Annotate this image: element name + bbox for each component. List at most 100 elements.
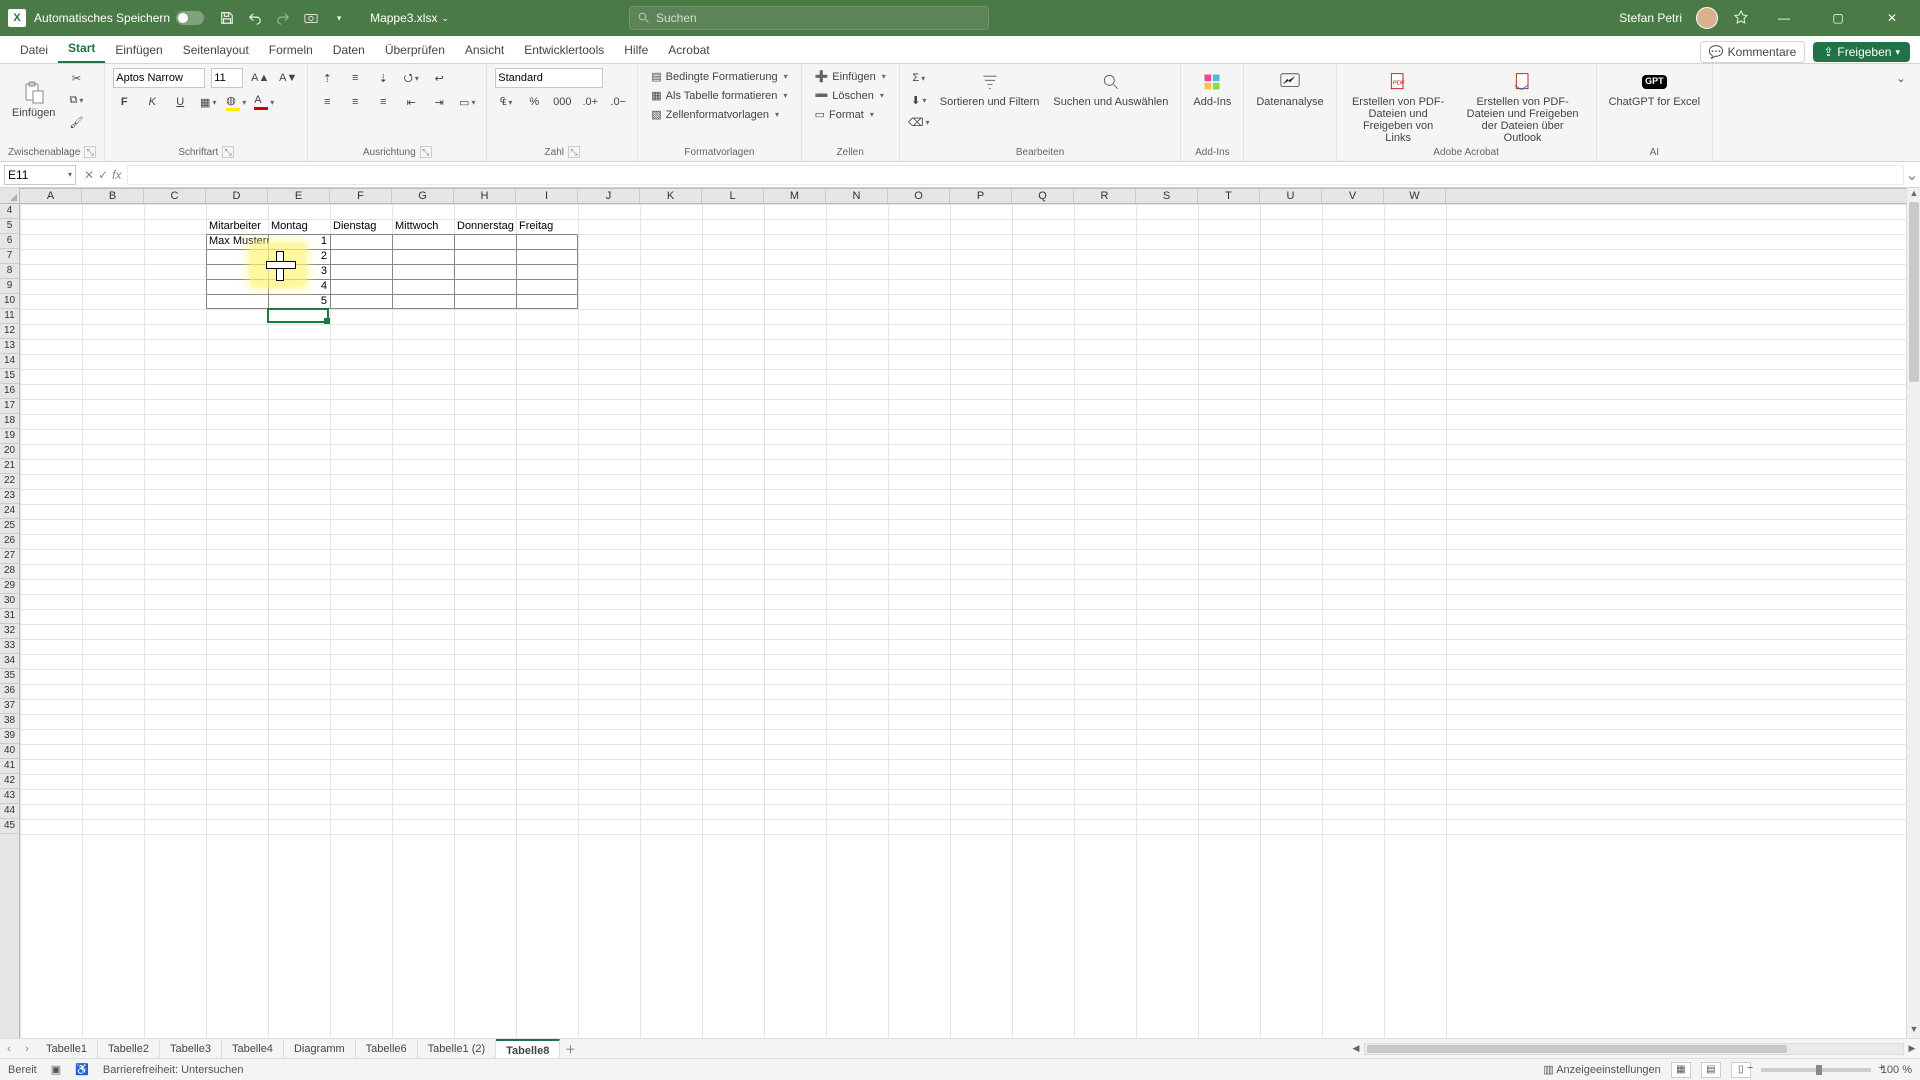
orientation-icon[interactable]: ⭯ <box>400 68 422 88</box>
column-header[interactable]: H <box>454 189 516 203</box>
addins-button[interactable]: Add-Ins <box>1189 68 1235 110</box>
row-header[interactable]: 18 <box>0 414 19 429</box>
tab-seitenlayout[interactable]: Seitenlayout <box>173 37 259 63</box>
column-headers[interactable]: ABCDEFGHIJKLMNOPQRSTUVW <box>20 188 1906 204</box>
cut-icon[interactable]: ✂ <box>65 68 87 88</box>
sheet-tab[interactable]: Tabelle1 <box>36 1039 98 1059</box>
display-settings-button[interactable]: ▥ Anzeigeeinstellungen <box>1543 1063 1660 1076</box>
row-header[interactable]: 45 <box>0 819 19 834</box>
normal-view-icon[interactable]: ▦ <box>1671 1062 1691 1078</box>
hscroll-left-icon[interactable]: ◀ <box>1348 1043 1364 1054</box>
insert-cells-button[interactable]: ➕Einfügen <box>810 68 891 85</box>
tab-daten[interactable]: Daten <box>323 37 375 63</box>
column-header[interactable]: L <box>702 189 764 203</box>
row-header[interactable]: 5 <box>0 219 19 234</box>
zoom-thumb[interactable] <box>1816 1065 1822 1075</box>
close-button[interactable]: ✕ <box>1872 3 1912 33</box>
column-header[interactable]: Q <box>1012 189 1074 203</box>
row-header[interactable]: 11 <box>0 309 19 324</box>
italic-icon[interactable]: K <box>141 92 163 112</box>
border-icon[interactable]: ▦ <box>197 92 219 112</box>
dialog-launcher-icon[interactable]: ⤡ <box>420 146 432 158</box>
clear-icon[interactable]: ⌫ <box>908 112 930 132</box>
row-header[interactable]: 27 <box>0 549 19 564</box>
cell[interactable]: Donnerstag <box>454 219 516 234</box>
sheet-tab[interactable]: Tabelle8 <box>496 1039 560 1059</box>
sheet-tab[interactable]: Tabelle2 <box>98 1039 160 1059</box>
scroll-up-icon[interactable]: ▲ <box>1907 188 1920 202</box>
accounting-format-icon[interactable]: ₠ <box>495 92 517 112</box>
cancel-formula-icon[interactable]: ✕ <box>84 168 94 182</box>
row-header[interactable]: 7 <box>0 249 19 264</box>
align-left-icon[interactable]: ≡ <box>316 92 338 112</box>
dialog-launcher-icon[interactable]: ⤡ <box>84 146 96 158</box>
font-size-select[interactable] <box>211 68 243 88</box>
column-header[interactable]: U <box>1260 189 1322 203</box>
row-header[interactable]: 34 <box>0 654 19 669</box>
merge-icon[interactable]: ▭ <box>456 92 478 112</box>
search-box[interactable] <box>629 6 989 30</box>
column-header[interactable]: C <box>144 189 206 203</box>
toggle-switch-icon[interactable] <box>176 11 204 25</box>
column-header[interactable]: T <box>1198 189 1260 203</box>
row-header[interactable]: 20 <box>0 444 19 459</box>
fill-handle[interactable] <box>324 318 330 324</box>
page-layout-view-icon[interactable]: ▤ <box>1701 1062 1721 1078</box>
autosum-icon[interactable]: Σ <box>908 68 930 88</box>
find-select-button[interactable]: Suchen und Auswählen <box>1049 68 1172 110</box>
minimize-button[interactable]: — <box>1764 3 1804 33</box>
row-header[interactable]: 8 <box>0 264 19 279</box>
column-header[interactable]: I <box>516 189 578 203</box>
increase-font-icon[interactable]: A▲ <box>249 68 271 88</box>
decrease-font-icon[interactable]: A▼ <box>277 68 299 88</box>
cell[interactable]: Dienstag <box>330 219 392 234</box>
column-header[interactable]: O <box>888 189 950 203</box>
sheet-nav-prev-icon[interactable]: ‹ <box>0 1043 18 1055</box>
number-format-select[interactable] <box>495 68 603 88</box>
search-input[interactable] <box>656 11 980 25</box>
row-header[interactable]: 22 <box>0 474 19 489</box>
row-header[interactable]: 12 <box>0 324 19 339</box>
percent-icon[interactable]: % <box>523 92 545 112</box>
row-header[interactable]: 32 <box>0 624 19 639</box>
coming-soon-icon[interactable] <box>1732 9 1750 27</box>
row-header[interactable]: 6 <box>0 234 19 249</box>
cell[interactable]: Mitarbeiter <box>206 219 268 234</box>
add-sheet-button[interactable]: ＋ <box>560 1041 580 1057</box>
column-header[interactable]: M <box>764 189 826 203</box>
align-top-icon[interactable]: ⇡ <box>316 68 338 88</box>
column-header[interactable]: P <box>950 189 1012 203</box>
copy-icon[interactable]: ⧉ <box>65 90 87 110</box>
hscroll-right-icon[interactable]: ▶ <box>1904 1043 1920 1054</box>
align-center-icon[interactable]: ≡ <box>344 92 366 112</box>
tab-ueberpruefen[interactable]: Überprüfen <box>375 37 455 63</box>
row-header[interactable]: 36 <box>0 684 19 699</box>
row-header[interactable]: 29 <box>0 579 19 594</box>
data-analysis-button[interactable]: Datenanalyse <box>1252 68 1327 110</box>
row-header[interactable]: 21 <box>0 459 19 474</box>
row-header[interactable]: 25 <box>0 519 19 534</box>
tab-ansicht[interactable]: Ansicht <box>455 37 514 63</box>
paste-button[interactable]: Einfügen <box>8 79 59 121</box>
row-header[interactable]: 16 <box>0 384 19 399</box>
column-header[interactable]: N <box>826 189 888 203</box>
font-name-select[interactable] <box>113 68 205 88</box>
font-color-icon[interactable]: A <box>253 92 275 112</box>
format-cells-button[interactable]: ▭Format <box>810 106 891 123</box>
column-header[interactable]: B <box>82 189 144 203</box>
qat-dropdown-icon[interactable]: ▾ <box>330 9 348 27</box>
tab-start[interactable]: Start <box>58 35 105 63</box>
decrease-decimal-icon[interactable]: .0− <box>607 92 629 112</box>
column-header[interactable]: W <box>1384 189 1446 203</box>
row-header[interactable]: 33 <box>0 639 19 654</box>
row-header[interactable]: 41 <box>0 759 19 774</box>
row-header[interactable]: 19 <box>0 429 19 444</box>
camera-icon[interactable] <box>302 9 320 27</box>
sheet-tab[interactable]: Diagramm <box>284 1039 356 1059</box>
row-header[interactable]: 39 <box>0 729 19 744</box>
tab-einfuegen[interactable]: Einfügen <box>105 37 172 63</box>
dialog-launcher-icon[interactable]: ⤡ <box>222 146 234 158</box>
format-as-table-button[interactable]: ▦Als Tabelle formatieren <box>646 87 792 104</box>
column-header[interactable]: E <box>268 189 330 203</box>
comments-button[interactable]: 💬 Kommentare <box>1700 41 1806 63</box>
